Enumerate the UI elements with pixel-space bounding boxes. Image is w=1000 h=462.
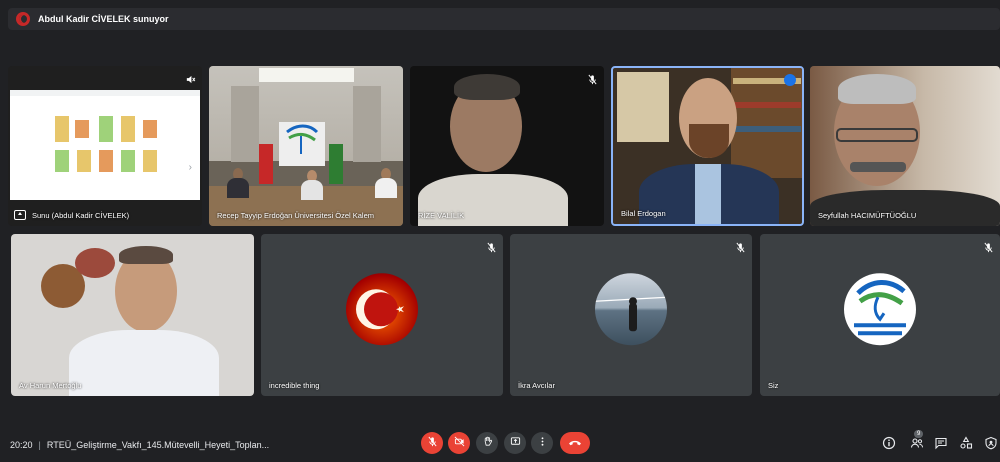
meeting-time: 20:20 xyxy=(10,440,33,450)
tile-self[interactable]: Siz xyxy=(760,234,1000,396)
call-controls-bar: 20:20 | RTEÜ_Geliştirme_Vakfı_145.Mütevell… xyxy=(0,424,1000,462)
mic-toggle-button[interactable] xyxy=(421,432,443,454)
meeting-details-button[interactable] xyxy=(882,436,896,450)
tile-label: RİZE VALİLİK xyxy=(418,211,465,220)
tile-label: Bilal Erdogan xyxy=(621,209,666,218)
camera-off-icon xyxy=(454,434,465,452)
meeting-title[interactable]: RTEÜ_Geliştirme_Vakfı_145.Mütevelli_Heye… xyxy=(47,440,269,450)
tile-av-harun-mertoglu[interactable]: Av Harun Mertoğlu xyxy=(11,234,254,396)
tile-ikra-avcilar[interactable]: İkra Avcılar xyxy=(510,234,752,396)
end-call-icon xyxy=(568,434,582,452)
tile-conference-room[interactable]: Recep Tayyip Erdoğan Üniversitesi Özel K… xyxy=(209,66,403,226)
present-screen-icon xyxy=(510,434,521,452)
tile-seyfullah-hacimuftuoglu[interactable]: Seyfullah HACIMÜFTÜOĞLU xyxy=(810,66,1000,226)
present-screen-icon xyxy=(14,210,26,220)
tile-incredible-thing[interactable]: incredible thing xyxy=(261,234,503,396)
more-options-button[interactable] xyxy=(531,432,553,454)
presenting-text: Abdul Kadir CİVELEK sunuyor xyxy=(38,14,169,24)
shared-slide: › xyxy=(10,90,200,200)
speaking-indicator-icon xyxy=(784,74,796,86)
tile-bilal-erdogan[interactable]: Bilal Erdogan xyxy=(611,66,804,226)
mic-off-icon xyxy=(185,72,196,84)
chevron-right-icon: › xyxy=(188,162,192,173)
university-logo-icon xyxy=(279,122,325,166)
end-call-button[interactable] xyxy=(560,432,590,454)
presenting-banner: Abdul Kadir CİVELEK sunuyor xyxy=(8,8,1000,30)
tile-presentation[interactable]: › Sunu (Abdul Kadir CİVELEK) xyxy=(8,66,202,226)
avatar xyxy=(346,273,418,346)
host-controls-icon xyxy=(984,436,998,454)
chat-button[interactable] xyxy=(934,436,948,450)
university-flag xyxy=(329,144,343,184)
activities-icon xyxy=(959,436,973,454)
info-icon xyxy=(882,436,896,454)
present-now-button[interactable] xyxy=(504,432,526,454)
tile-label: Seyfullah HACIMÜFTÜOĞLU xyxy=(818,211,917,220)
mic-off-icon xyxy=(486,240,497,253)
mic-off-icon xyxy=(427,434,438,452)
raise-hand-button[interactable] xyxy=(476,432,498,454)
meeting-info: 20:20 | RTEÜ_Geliştirme_Vakfı_145.Mütevell… xyxy=(10,440,270,450)
avatar xyxy=(595,273,667,346)
people-icon xyxy=(910,437,924,454)
tile-label: Recep Tayyip Erdoğan Üniversitesi Özel K… xyxy=(217,211,375,220)
mic-off-icon xyxy=(587,72,598,85)
tile-label: Sunu (Abdul Kadir CİVELEK) xyxy=(32,211,130,220)
tile-rize-valilik[interactable]: RİZE VALİLİK xyxy=(410,66,604,226)
camera-toggle-button[interactable] xyxy=(448,432,470,454)
activities-button[interactable] xyxy=(959,436,973,450)
seating-plan-graphic xyxy=(55,116,157,172)
mic-off-icon xyxy=(735,240,746,253)
tile-label: Siz xyxy=(768,381,779,390)
raise-hand-icon xyxy=(482,434,493,452)
show-everyone-button[interactable] xyxy=(910,436,924,450)
more-options-icon xyxy=(537,434,548,452)
tile-label: incredible thing xyxy=(269,381,320,390)
tile-label: Av Harun Mertoğlu xyxy=(19,381,82,390)
tile-label: İkra Avcılar xyxy=(518,381,555,390)
host-controls-button[interactable] xyxy=(984,436,998,450)
turkish-flag xyxy=(259,144,273,184)
mic-off-icon xyxy=(983,240,994,253)
presenter-avatar-icon xyxy=(16,12,30,26)
chat-icon xyxy=(934,437,948,454)
university-logo-icon xyxy=(844,273,916,346)
